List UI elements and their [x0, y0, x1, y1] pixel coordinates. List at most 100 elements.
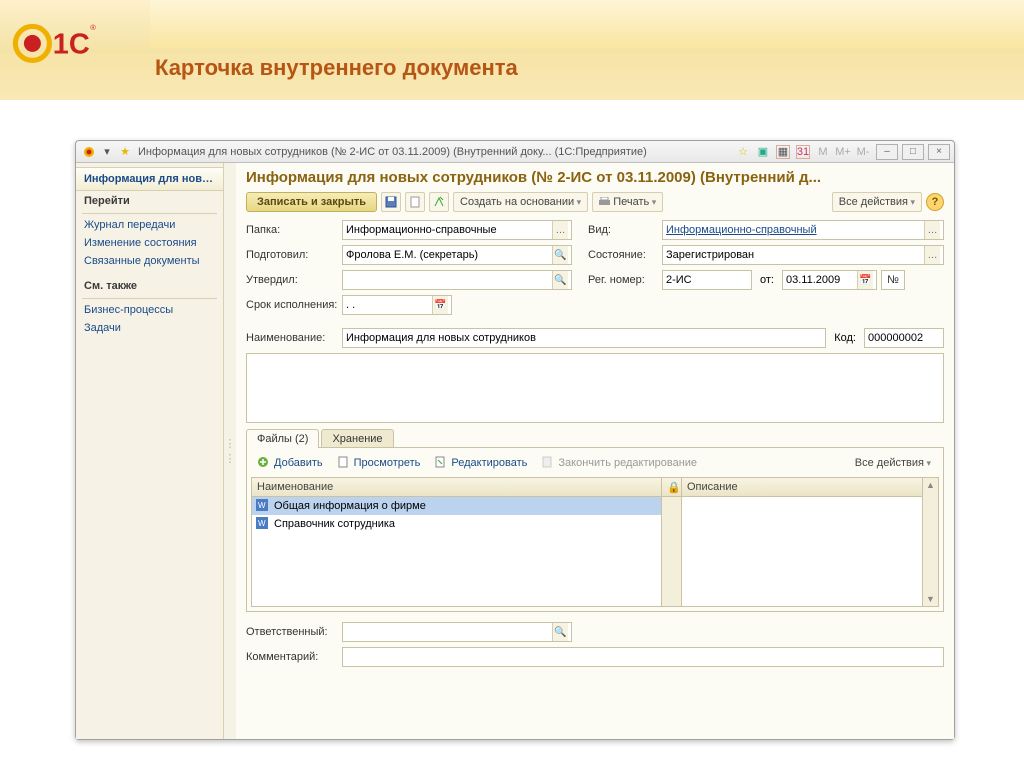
mplus-button[interactable]: M+	[836, 145, 850, 159]
label-responsible: Ответственный:	[246, 626, 338, 638]
file-row[interactable]: W Общая информация о фирме	[252, 497, 661, 515]
label-name: Наименование:	[246, 332, 338, 344]
finish-edit-button[interactable]: Закончить редактирование	[537, 454, 701, 472]
view-file-button[interactable]: Просмотреть	[333, 454, 425, 472]
mminus-button[interactable]: M-	[856, 145, 870, 159]
view-file-label: Просмотреть	[354, 457, 421, 469]
nav-panel: Информация для нов… Перейти Журнал перед…	[76, 163, 224, 739]
nav-link-journal[interactable]: Журнал передачи	[76, 216, 223, 234]
nav-tab-current[interactable]: Информация для нов…	[76, 167, 223, 191]
field-approved[interactable]: 🔍	[342, 270, 572, 290]
print-label: Печать	[613, 196, 649, 208]
label-comment: Комментарий:	[246, 651, 338, 663]
finish-icon	[541, 456, 555, 470]
lock-icon: 🔒	[662, 478, 681, 497]
file-row[interactable]: W Справочник сотрудника	[252, 515, 661, 533]
date-picker-icon[interactable]: 📅	[857, 271, 873, 289]
status-select-icon[interactable]: …	[924, 246, 940, 264]
field-deadline[interactable]: 📅	[342, 295, 452, 315]
number-button[interactable]: №	[881, 270, 905, 290]
nav-group-seealso: См. также	[76, 276, 223, 296]
document-icon	[337, 456, 351, 470]
description-textarea[interactable]	[246, 353, 944, 423]
favorite-add-icon[interactable]: ☆	[736, 145, 750, 159]
all-actions-dropdown[interactable]: Все действия	[832, 192, 922, 212]
titlebar: ▾ ★ Информация для новых сотрудников (№ …	[76, 141, 954, 163]
svg-text:W: W	[258, 501, 266, 510]
field-comment[interactable]	[342, 647, 944, 667]
minimize-button[interactable]: –	[876, 144, 898, 160]
add-file-button[interactable]: Добавить	[253, 454, 327, 472]
label-folder: Папка:	[246, 224, 338, 236]
dropdown-icon[interactable]: ▾	[100, 145, 114, 159]
calendar-icon[interactable]: 31	[796, 145, 810, 159]
field-status[interactable]: …	[662, 245, 944, 265]
file-name: Общая информация о фирме	[274, 500, 426, 512]
label-deadline: Срок исполнения:	[246, 299, 338, 311]
label-prepared: Подготовил:	[246, 249, 338, 261]
svg-text:®: ®	[90, 22, 96, 31]
new-icon[interactable]	[405, 192, 425, 212]
field-prepared[interactable]: 🔍	[342, 245, 572, 265]
document-title: Информация для новых сотрудников (№ 2-ИС…	[246, 169, 944, 186]
field-from-date[interactable]: 📅	[782, 270, 877, 290]
label-code: Код:	[834, 332, 856, 344]
slide-title: Карточка внутреннего документа	[155, 55, 518, 81]
finish-edit-label: Закончить редактирование	[558, 457, 697, 469]
window-title: Информация для новых сотрудников (№ 2-ИС…	[138, 146, 734, 158]
word-doc-icon: W	[256, 499, 270, 513]
calculator-icon[interactable]: ▦	[776, 145, 790, 159]
approved-search-icon[interactable]: 🔍	[552, 271, 568, 289]
field-folder[interactable]: …	[342, 220, 572, 240]
print-dropdown[interactable]: Печать	[592, 192, 663, 212]
help-icon[interactable]: ?	[926, 193, 944, 211]
field-name[interactable]	[342, 328, 826, 348]
responsible-search-icon[interactable]: 🔍	[552, 623, 568, 641]
register-icon[interactable]	[429, 192, 449, 212]
label-from: от:	[760, 274, 774, 286]
label-status: Состояние:	[588, 249, 658, 261]
nav-link-related-docs[interactable]: Связанные документы	[76, 252, 223, 270]
nav-group-goto: Перейти	[76, 191, 223, 211]
nav-link-tasks[interactable]: Задачи	[76, 319, 223, 337]
close-button[interactable]: ×	[928, 144, 950, 160]
add-file-label: Добавить	[274, 457, 323, 469]
file-table: Наименование W Общая информация о фирме …	[251, 477, 939, 607]
file-name: Справочник сотрудника	[274, 518, 395, 530]
save-and-close-button[interactable]: Записать и закрыть	[246, 192, 377, 212]
edit-file-label: Редактировать	[451, 457, 527, 469]
star-icon[interactable]: ★	[118, 145, 132, 159]
files-all-actions-dropdown[interactable]: Все действия	[849, 454, 937, 472]
plus-icon	[257, 456, 271, 470]
kind-select-icon[interactable]: …	[924, 221, 940, 239]
scrollbar[interactable]: ▲▼	[922, 478, 938, 606]
label-approved: Утвердил:	[246, 274, 338, 286]
logo-1c: 1C®	[12, 15, 102, 70]
edit-file-button[interactable]: Редактировать	[430, 454, 531, 472]
splitter-handle[interactable]: ⋮⋮	[224, 163, 236, 739]
label-kind: Вид:	[588, 224, 658, 236]
save-icon[interactable]	[381, 192, 401, 212]
deadline-picker-icon[interactable]: 📅	[432, 296, 448, 314]
tab-files[interactable]: Файлы (2)	[246, 429, 319, 448]
column-desc-header[interactable]: Описание	[682, 478, 922, 497]
m-button[interactable]: M	[816, 145, 830, 159]
create-based-dropdown[interactable]: Создать на основании	[453, 192, 588, 212]
history-icon[interactable]: ▣	[756, 145, 770, 159]
nav-link-processes[interactable]: Бизнес-процессы	[76, 301, 223, 319]
lock-column: 🔒	[662, 478, 682, 606]
scroll-down-icon[interactable]: ▼	[926, 594, 935, 604]
nav-link-status-change[interactable]: Изменение состояния	[76, 234, 223, 252]
maximize-button[interactable]: □	[902, 144, 924, 160]
prepared-search-icon[interactable]: 🔍	[552, 246, 568, 264]
svg-text:1C: 1C	[53, 28, 90, 60]
tab-storage[interactable]: Хранение	[321, 429, 393, 448]
field-regnum[interactable]	[662, 270, 752, 290]
field-kind[interactable]: …	[662, 220, 944, 240]
folder-select-icon[interactable]: …	[552, 221, 568, 239]
field-code[interactable]	[864, 328, 944, 348]
edit-icon	[434, 456, 448, 470]
scroll-up-icon[interactable]: ▲	[926, 480, 935, 490]
column-name-header[interactable]: Наименование	[252, 478, 661, 497]
field-responsible[interactable]: 🔍	[342, 622, 572, 642]
